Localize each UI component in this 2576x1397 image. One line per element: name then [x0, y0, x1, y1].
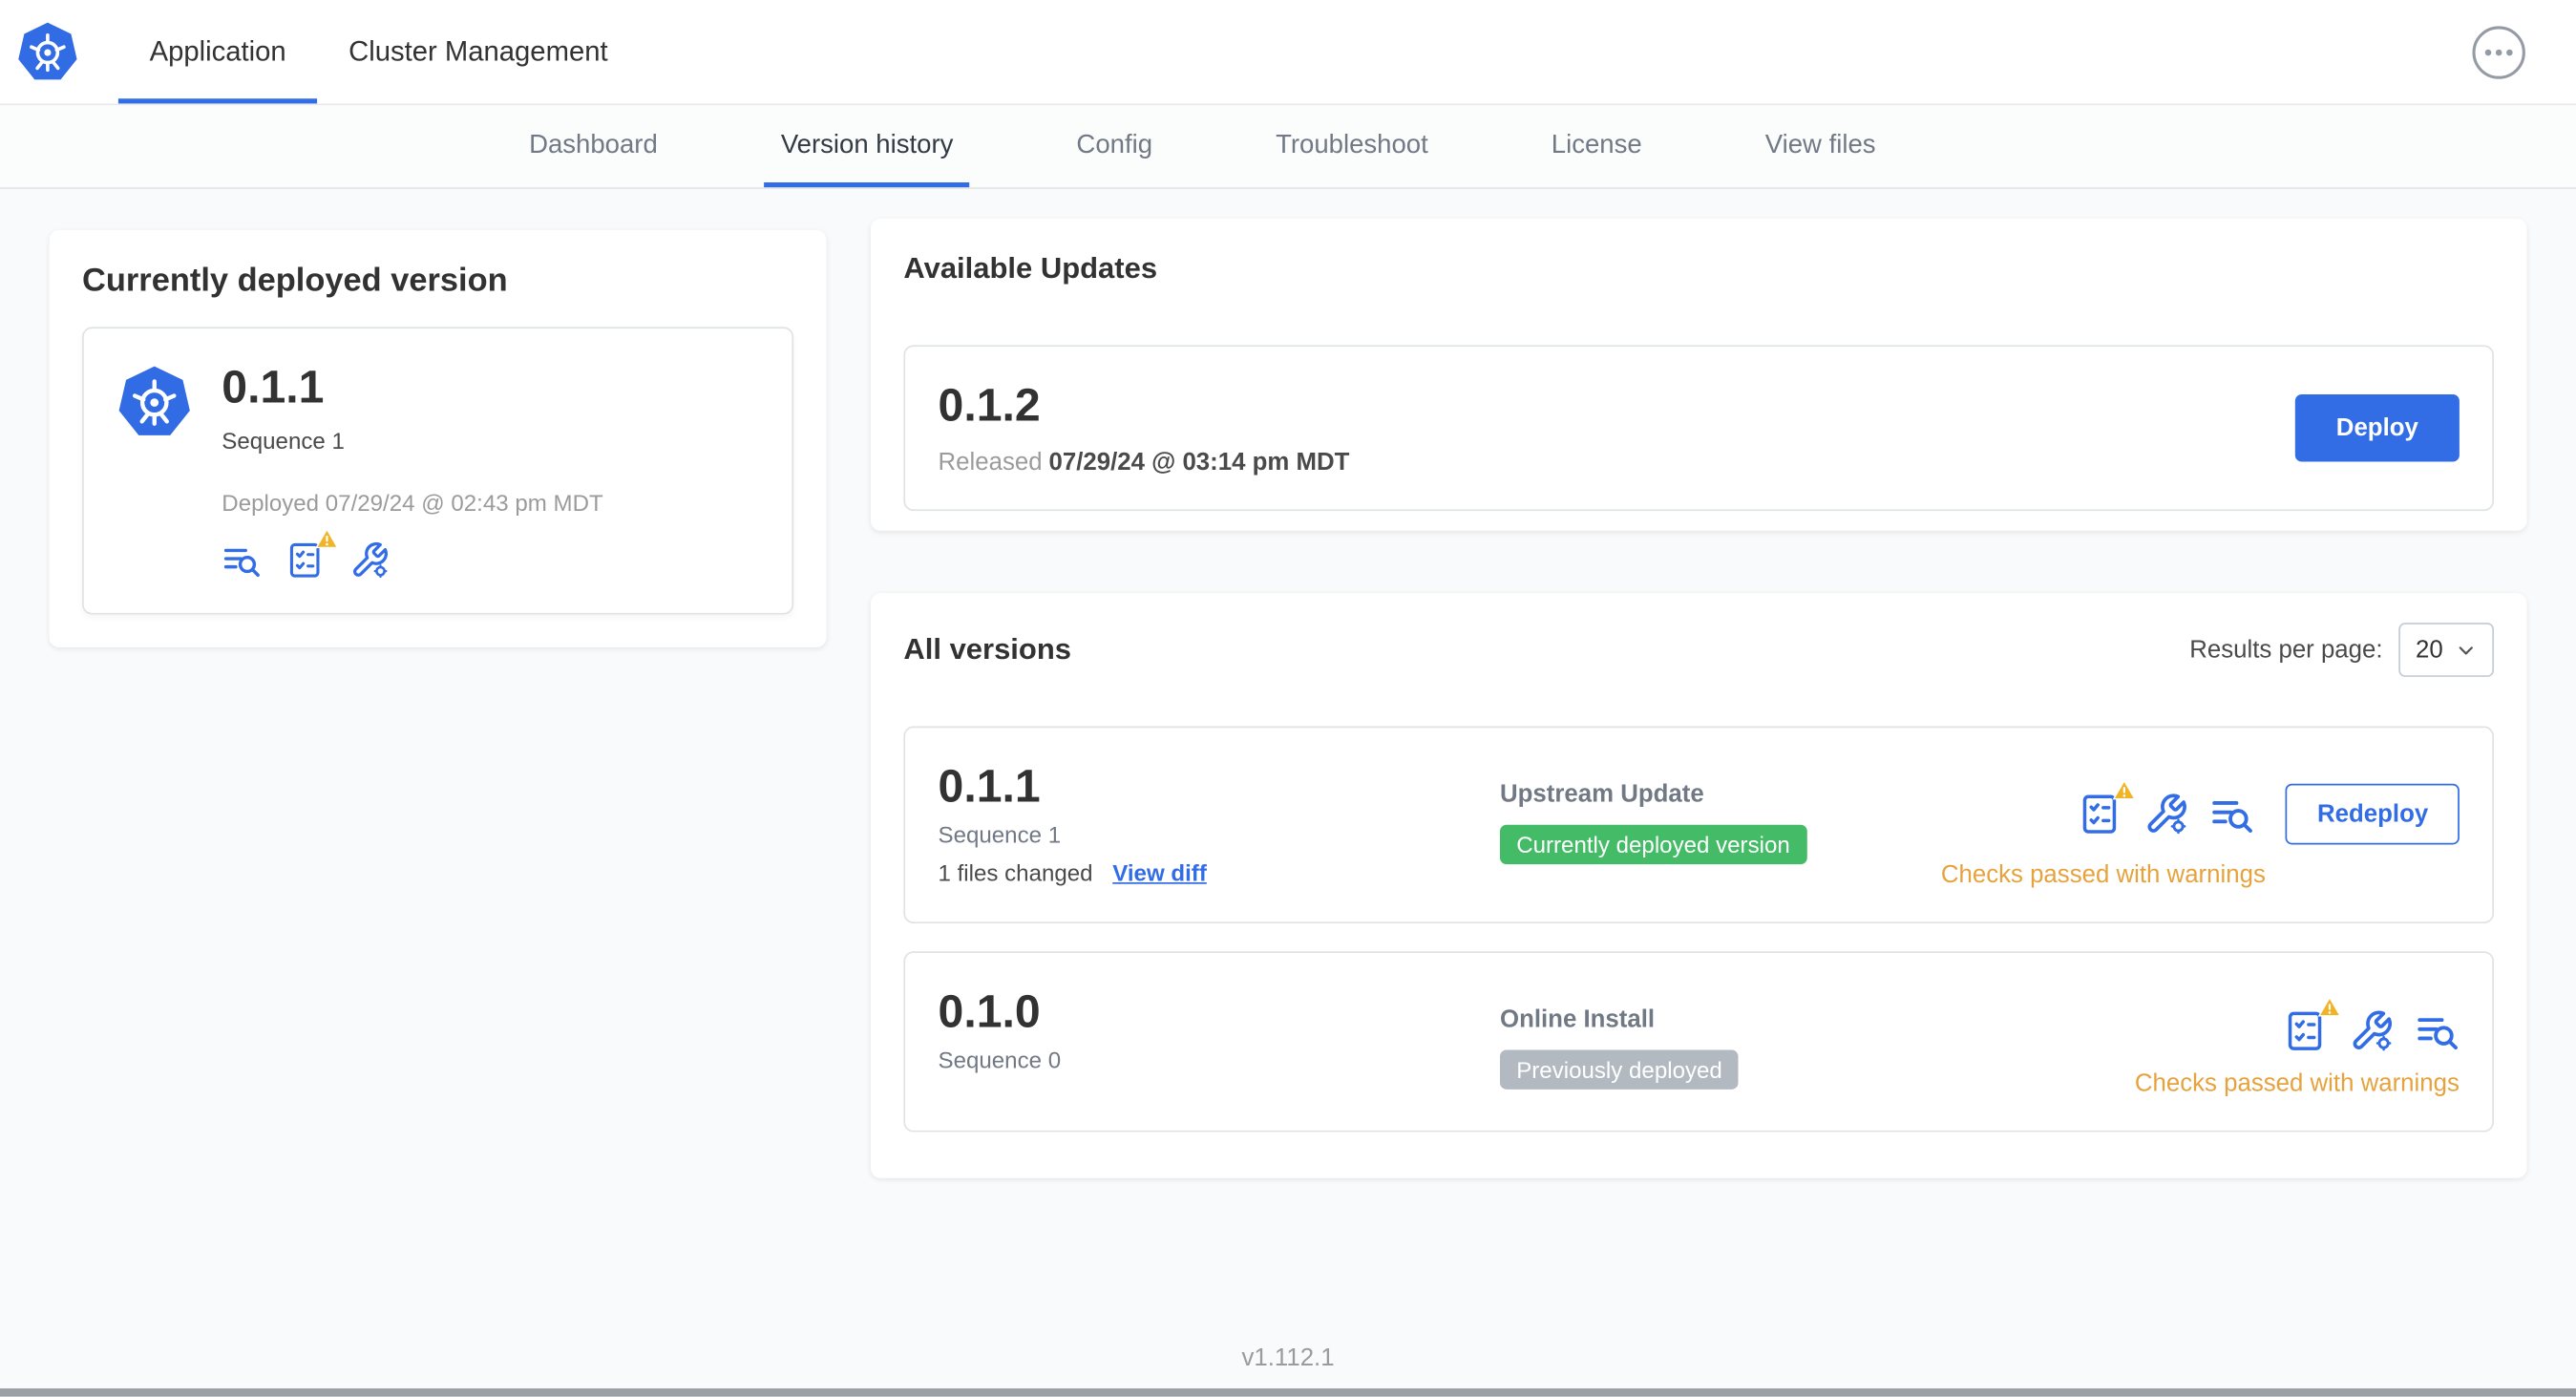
results-per-page-value: 20 — [2415, 636, 2443, 665]
deployed-version-info: 0.1.1 Sequence 1 Deployed 07/29/24 @ 02:… — [222, 361, 603, 581]
available-updates-card: Available Updates 0.1.2 Released 07/29/24… — [870, 218, 2527, 532]
deployed-sequence: Sequence 1 — [222, 427, 345, 455]
view-diff-link[interactable]: View diff — [1112, 860, 1207, 887]
top-header: Application Cluster Management — [0, 0, 2576, 106]
available-updates-title: Available Updates — [903, 251, 1158, 285]
deploy-button[interactable]: Deploy — [2294, 394, 2460, 462]
deployed-version-box: 0.1.1 Sequence 1 Deployed 07/29/24 @ 02:… — [82, 327, 794, 615]
tab-version-history[interactable]: Version history — [764, 105, 970, 188]
version-row-0-1-1: 0.1.1 Sequence 1 1 files changed View di… — [903, 726, 2495, 924]
version-info: 0.1.0 Sequence 0 — [939, 986, 1500, 1074]
released-label: Released — [938, 449, 1043, 477]
version-row-0-1-0: 0.1.0 Sequence 0 Online Install Previous… — [903, 951, 2495, 1132]
tab-troubleshoot[interactable]: Troubleshoot — [1259, 105, 1445, 187]
all-versions-title: All versions — [903, 632, 1071, 667]
preflight-checks-icon[interactable] — [2080, 793, 2123, 836]
version-source: Upstream Update Currently deployed versi… — [1499, 761, 1941, 865]
version-info: 0.1.1 Sequence 1 1 files changed View di… — [939, 761, 1500, 886]
results-per-page-label: Results per page: — [2189, 636, 2383, 665]
warning-triangle-icon — [315, 528, 338, 551]
released-date: 07/29/24 @ 03:14 pm MDT — [1048, 449, 1350, 477]
chevron-down-icon — [2455, 639, 2478, 662]
all-versions-card: All versions Results per page: 20 0.1.1 … — [870, 593, 2527, 1179]
results-per-page-select[interactable]: 20 — [2398, 623, 2495, 678]
version-sequence: Sequence 1 — [938, 821, 1062, 849]
all-versions-header: All versions Results per page: 20 — [903, 623, 2495, 678]
config-wrench-icon[interactable] — [2350, 1009, 2394, 1053]
tab-license[interactable]: License — [1535, 105, 1658, 187]
files-changed-line: 1 files changed View diff — [939, 860, 1500, 887]
deployed-version-number: 0.1.1 — [222, 361, 325, 413]
bottom-edge — [0, 1387, 2576, 1397]
tab-cluster-management[interactable]: Cluster Management — [317, 0, 639, 103]
checks-status-text: Checks passed with warnings — [2134, 1069, 2460, 1098]
kubernetes-logo-icon — [16, 21, 78, 83]
app-subnav: Dashboard Version history Config Trouble… — [0, 105, 2576, 189]
warning-triangle-icon — [2114, 779, 2137, 802]
version-number: 0.1.0 — [938, 985, 1041, 1038]
update-info: 0.1.2 Released 07/29/24 @ 03:14 pm MDT — [939, 379, 1350, 476]
redeploy-button[interactable]: Redeploy — [2286, 784, 2460, 845]
tab-view-files[interactable]: View files — [1749, 105, 1892, 187]
source-label: Online Install — [1499, 1005, 1656, 1034]
checks-status-text: Checks passed with warnings — [1940, 860, 2266, 890]
version-action-icons: Redeploy — [2080, 784, 2460, 845]
deployed-status-badge: Currently deployed version — [1499, 825, 1806, 865]
tab-dashboard[interactable]: Dashboard — [513, 105, 674, 187]
deployed-timestamp: Deployed 07/29/24 @ 02:43 pm MDT — [222, 490, 603, 517]
ellipsis-icon — [2471, 24, 2527, 80]
warning-triangle-icon — [2318, 996, 2341, 1019]
tab-application[interactable]: Application — [117, 0, 318, 104]
source-label: Upstream Update — [1499, 780, 1704, 809]
preflight-checks-icon[interactable] — [2284, 1009, 2328, 1053]
release-notes-icon[interactable] — [2210, 793, 2254, 836]
released-line: Released 07/29/24 @ 03:14 pm MDT — [939, 449, 1350, 476]
deployed-version-actions — [222, 540, 602, 580]
version-actions: Checks passed with warnings — [2135, 986, 2460, 1098]
version-source: Online Install Previously deployed — [1499, 986, 2135, 1090]
version-action-icons — [2284, 1009, 2460, 1053]
results-per-page: Results per page: 20 — [2189, 623, 2495, 678]
previously-deployed-badge: Previously deployed — [1499, 1049, 1740, 1090]
files-changed-text: 1 files changed — [938, 859, 1093, 887]
console-version: v1.112.1 — [1241, 1344, 1335, 1372]
right-column: Available Updates 0.1.2 Released 07/29/24… — [870, 218, 2527, 1179]
admin-console: Application Cluster Management Dashboard… — [0, 0, 2576, 1397]
tab-config[interactable]: Config — [1060, 105, 1169, 187]
available-update-row: 0.1.2 Released 07/29/24 @ 03:14 pm MDT De… — [903, 345, 2495, 512]
preflight-checks-icon[interactable] — [285, 540, 325, 580]
config-wrench-icon[interactable] — [350, 540, 390, 580]
app-switcher-tabs: Application Cluster Management — [117, 0, 639, 104]
release-notes-icon[interactable] — [2415, 1009, 2459, 1053]
config-wrench-icon[interactable] — [2144, 793, 2188, 836]
overflow-menu-button[interactable] — [2471, 24, 2527, 80]
app-icon — [116, 362, 192, 444]
version-actions: Redeploy Checks passed with warnings — [1941, 761, 2460, 889]
currently-deployed-title: Currently deployed version — [82, 263, 508, 300]
version-sequence: Sequence 0 — [938, 1047, 1062, 1074]
release-notes-icon[interactable] — [222, 540, 261, 580]
version-number: 0.1.1 — [938, 761, 1041, 813]
update-version-number: 0.1.2 — [938, 379, 1041, 431]
currently-deployed-card: Currently deployed version 0.1.1 Sequenc… — [49, 229, 827, 648]
